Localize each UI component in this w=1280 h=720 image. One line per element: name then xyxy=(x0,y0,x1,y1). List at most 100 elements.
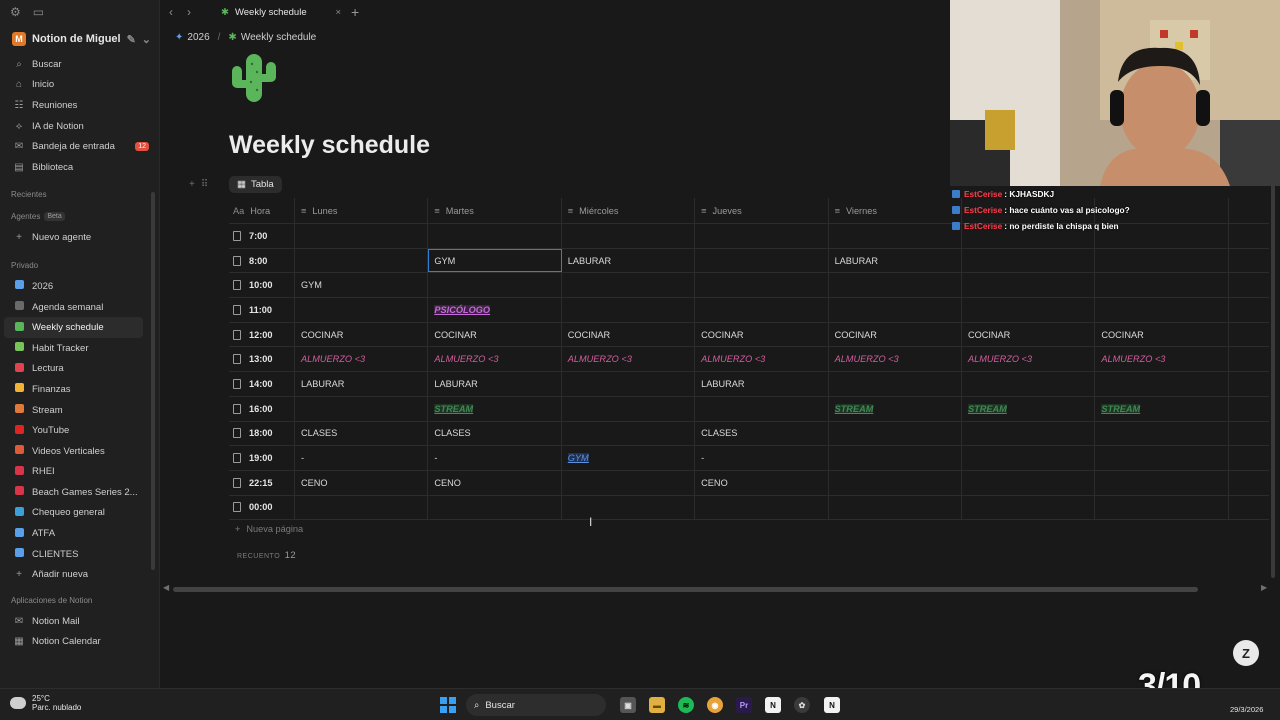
table-cell[interactable]: ALMUERZO <3 xyxy=(428,347,562,372)
sidebar-item-2026[interactable]: 2026 xyxy=(0,276,159,297)
cactus-icon[interactable] xyxy=(229,52,279,104)
table-cell[interactable]: CLASES xyxy=(428,421,562,446)
table-row[interactable]: 19:00 - - GYM - xyxy=(229,446,1269,471)
table-cell[interactable] xyxy=(829,470,962,495)
table-cell[interactable]: STREAM xyxy=(829,396,962,421)
weather-widget[interactable]: 25°C Parc. nublado xyxy=(10,694,81,712)
table-cell[interactable] xyxy=(562,396,696,421)
column-header[interactable]: ≡ Jueves xyxy=(695,198,829,223)
table-cell[interactable] xyxy=(962,273,1096,298)
sidebar-item-agenda-semanal[interactable]: Agenda semanal xyxy=(0,297,159,318)
table-cell[interactable]: CENO xyxy=(695,470,829,495)
breadcrumb-parent[interactable]: 2026 xyxy=(187,32,209,43)
cell-hora[interactable]: 10:00 xyxy=(229,273,295,298)
table-row[interactable]: 16:00 STREAM STREAM STREAM STREAM xyxy=(229,396,1269,422)
sidebar-item-weekly-schedule[interactable]: Weekly schedule xyxy=(4,317,143,338)
sidebar-item-beach-games-series-2-[interactable]: Beach Games Series 2... xyxy=(0,482,159,503)
table-cell[interactable]: CLASES xyxy=(295,421,429,446)
sidebar-item-videos-verticales[interactable]: Videos Verticales xyxy=(0,441,159,462)
browser-tab[interactable]: ✱ Weekly schedule × xyxy=(221,7,341,18)
table-cell[interactable]: GYM xyxy=(295,273,429,298)
table-cell[interactable] xyxy=(562,372,696,396)
section-recientes[interactable]: Recientes xyxy=(0,184,159,206)
table-row[interactable]: 11:00 PSICÓLOGO xyxy=(229,298,1269,323)
table-cell[interactable] xyxy=(962,495,1096,520)
column-header[interactable]: Aa Hora xyxy=(229,198,295,223)
table-cell[interactable]: ALMUERZO <3 xyxy=(295,347,429,372)
new-page-icon[interactable]: ✎ xyxy=(127,33,136,46)
table-cell[interactable]: LABURAR xyxy=(295,372,429,396)
breadcrumb-current[interactable]: Weekly schedule xyxy=(241,32,316,43)
chrome-icon[interactable]: ◉ xyxy=(707,697,723,713)
spotify-icon[interactable]: ≋ xyxy=(678,697,694,713)
scroll-right-icon[interactable]: ▶ xyxy=(1261,583,1267,592)
table-cell[interactable]: LABURAR xyxy=(695,372,829,396)
table-cell[interactable] xyxy=(1095,248,1229,273)
sidebar-item-stream[interactable]: Stream xyxy=(0,400,159,421)
new-page-button[interactable]: + Nueva página xyxy=(235,524,303,534)
table-cell[interactable] xyxy=(1095,495,1229,520)
sidebar-item-lectura[interactable]: Lectura xyxy=(0,359,159,380)
table-cell[interactable] xyxy=(295,298,429,322)
sidebar-item-finanzas[interactable]: Finanzas xyxy=(0,379,159,400)
sidebar-item-notion-mail[interactable]: ✉ Notion Mail xyxy=(0,611,159,632)
table-cell[interactable]: ALMUERZO <3 xyxy=(695,347,829,372)
table-cell[interactable] xyxy=(695,273,829,298)
new-tab-icon[interactable]: + xyxy=(351,4,359,20)
table-cell[interactable] xyxy=(962,248,1096,273)
table-cell[interactable]: STREAM xyxy=(1095,396,1229,421)
cell-hora[interactable]: 13:00 xyxy=(229,347,295,372)
sidebar-item-clientes[interactable]: CLIENTES xyxy=(0,544,159,565)
sidebar-scrollbar[interactable] xyxy=(151,192,155,570)
sidebar-item-habit-tracker[interactable]: Habit Tracker xyxy=(0,338,159,359)
cell-hora[interactable]: 00:00 xyxy=(229,495,295,520)
file-explorer-icon[interactable]: ▬ xyxy=(649,697,665,713)
table-row[interactable]: 00:00 xyxy=(229,495,1269,521)
table-cell[interactable]: STREAM xyxy=(428,396,562,421)
horizontal-scrollbar[interactable] xyxy=(173,587,1198,592)
close-icon[interactable]: × xyxy=(335,7,341,18)
table-cell[interactable] xyxy=(962,372,1096,396)
section-privado[interactable]: Privado xyxy=(0,254,159,276)
table-cell[interactable]: CENO xyxy=(295,470,429,495)
task-view-icon[interactable]: ▣ xyxy=(620,697,636,713)
table-cell[interactable] xyxy=(295,248,429,273)
table-cell[interactable]: COCINAR xyxy=(428,322,562,347)
table-cell[interactable] xyxy=(1095,298,1229,322)
table-row[interactable]: 18:00 CLASES CLASES CLASES xyxy=(229,421,1269,447)
table-cell[interactable] xyxy=(562,273,696,298)
table-cell[interactable] xyxy=(295,495,429,520)
sidebar-item-bandeja-de-entrada[interactable]: ✉ Bandeja de entrada 12 xyxy=(0,136,159,157)
table-cell[interactable]: PSICÓLOGO xyxy=(428,298,562,322)
table-cell[interactable]: COCINAR xyxy=(695,322,829,347)
table-cell[interactable] xyxy=(829,298,962,322)
sidebar-item-notion-calendar[interactable]: ▦ Notion Calendar xyxy=(0,632,159,653)
windows-start-icon[interactable] xyxy=(440,697,456,713)
table-cell[interactable]: ALMUERZO <3 xyxy=(962,347,1096,372)
cell-hora[interactable]: 18:00 xyxy=(229,421,295,446)
table-cell[interactable] xyxy=(1095,421,1229,446)
table-cell[interactable]: LABURAR xyxy=(829,248,962,273)
notion-icon[interactable]: N xyxy=(765,697,781,713)
table-cell[interactable] xyxy=(1095,446,1229,470)
cell-hora[interactable]: 12:00 xyxy=(229,322,295,347)
table-cell[interactable] xyxy=(829,224,962,248)
table-cell[interactable]: COCINAR xyxy=(1095,322,1229,347)
table-cell[interactable] xyxy=(829,421,962,446)
cell-hora[interactable]: 22:15 xyxy=(229,470,295,495)
back-icon[interactable]: ‹ xyxy=(169,5,173,19)
cell-hora[interactable]: 16:00 xyxy=(229,396,295,421)
table-cell[interactable]: CLASES xyxy=(695,421,829,446)
cell-hora[interactable]: 8:00 xyxy=(229,248,295,273)
table-cell[interactable] xyxy=(962,421,1096,446)
table-cell[interactable]: - xyxy=(295,446,429,470)
table-cell[interactable] xyxy=(829,273,962,298)
sidebar-item-inicio[interactable]: ⌂ Inicio xyxy=(0,75,159,96)
column-header[interactable]: ≡ Martes xyxy=(428,198,562,223)
premiere-icon[interactable]: Pr xyxy=(736,697,752,713)
vertical-scrollbar[interactable] xyxy=(1271,180,1275,578)
table-cell[interactable] xyxy=(1095,470,1229,495)
table-row[interactable]: 13:00 ALMUERZO <3 ALMUERZO <3 ALMUERZO <3 AL… xyxy=(229,347,1269,373)
table-cell[interactable] xyxy=(562,298,696,322)
table-cell[interactable] xyxy=(562,224,696,248)
